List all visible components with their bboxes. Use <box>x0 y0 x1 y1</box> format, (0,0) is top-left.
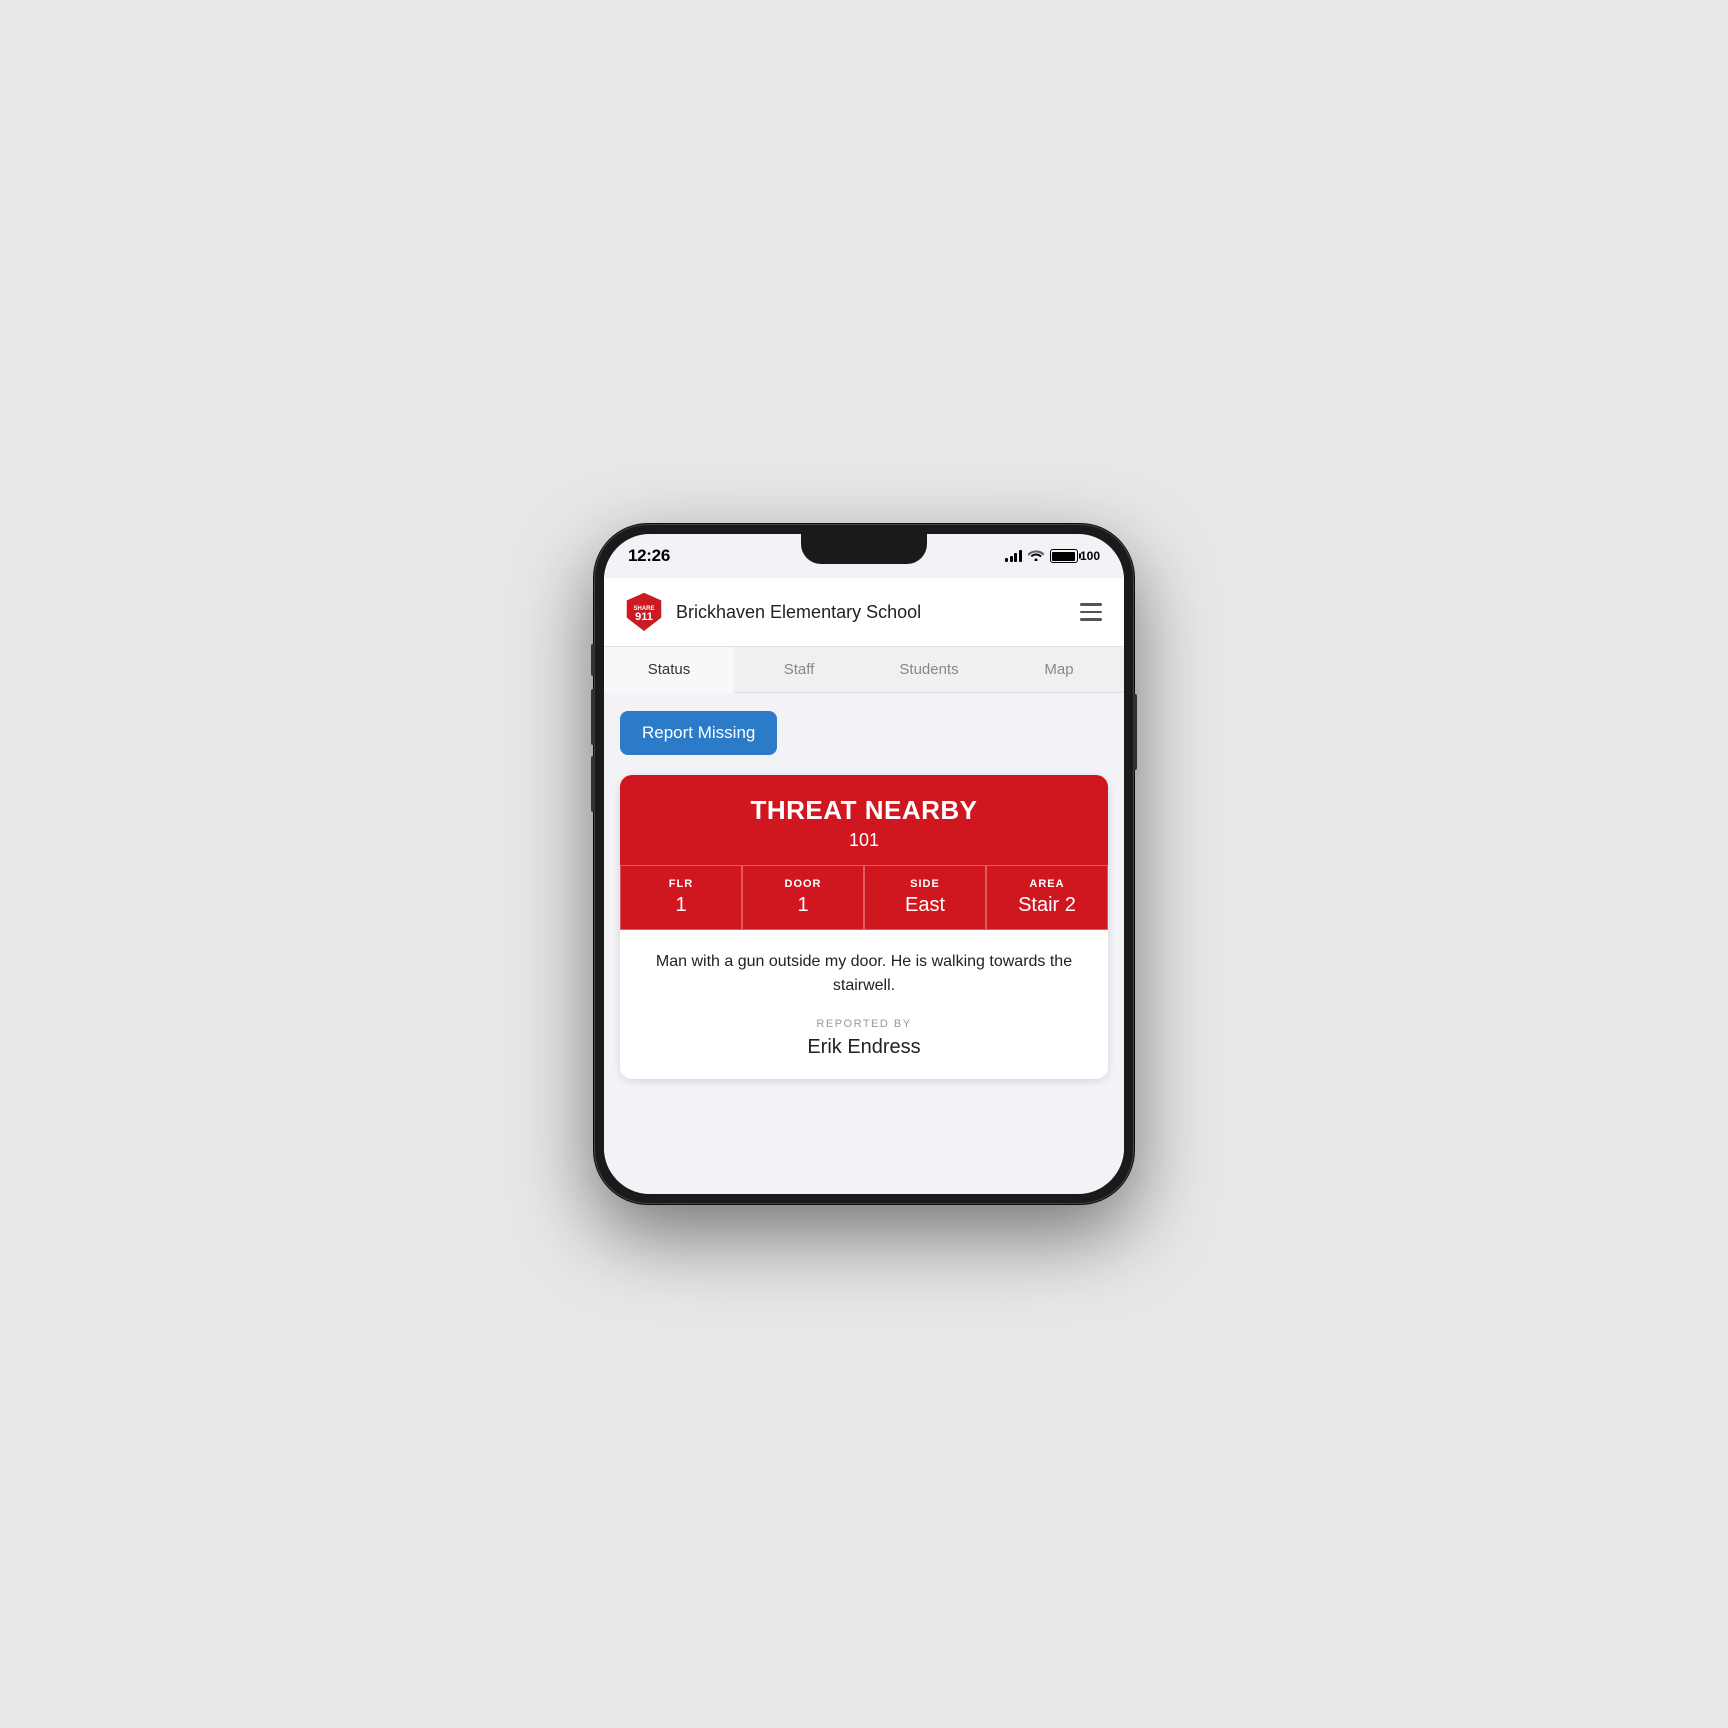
status-time: 12:26 <box>628 546 670 566</box>
grid-value-flr: 1 <box>629 894 733 917</box>
grid-cell-side: SIDE East <box>864 865 986 930</box>
grid-cell-area: AREA Stair 2 <box>986 865 1108 930</box>
grid-value-door: 1 <box>751 894 855 917</box>
share911-logo: SHARE 911 <box>622 590 666 634</box>
mute-button[interactable] <box>591 644 595 676</box>
threat-grid: FLR 1 DOOR 1 SIDE East <box>620 865 1108 930</box>
power-button[interactable] <box>1133 694 1137 770</box>
reported-by-name: Erik Endress <box>638 1036 1090 1059</box>
grid-label-door: DOOR <box>751 878 855 890</box>
battery-icon: 100 <box>1050 549 1100 563</box>
grid-value-area: Stair 2 <box>995 894 1099 917</box>
school-name: Brickhaven Elementary School <box>676 602 921 623</box>
signal-icon <box>1005 550 1022 562</box>
app-header: SHARE 911 Brickhaven Elementary School <box>604 578 1124 647</box>
grid-label-side: SIDE <box>873 878 977 890</box>
threat-card: THREAT NEARBY 101 FLR 1 DOOR 1 <box>620 775 1108 1079</box>
threat-header: THREAT NEARBY 101 <box>620 775 1108 865</box>
threat-description-text: Man with a gun outside my door. He is wa… <box>638 950 1090 998</box>
report-missing-button[interactable]: Report Missing <box>620 711 777 755</box>
reported-by-label: REPORTED BY <box>638 1018 1090 1030</box>
grid-label-area: AREA <box>995 878 1099 890</box>
grid-cell-door: DOOR 1 <box>742 865 864 930</box>
tab-status[interactable]: Status <box>604 647 734 692</box>
phone-frame: 12:26 <box>594 524 1134 1204</box>
tab-staff[interactable]: Staff <box>734 647 864 692</box>
notch <box>801 534 927 564</box>
svg-text:911: 911 <box>635 611 653 623</box>
volume-down-button[interactable] <box>591 756 595 812</box>
content-area: Report Missing THREAT NEARBY 101 FLR 1 <box>604 693 1124 1194</box>
threat-description: Man with a gun outside my door. He is wa… <box>620 930 1108 1079</box>
threat-title: THREAT NEARBY <box>636 795 1092 826</box>
status-icons: 100 <box>1005 549 1100 564</box>
status-bar: 12:26 <box>604 534 1124 578</box>
header-left: SHARE 911 Brickhaven Elementary School <box>622 590 921 634</box>
phone-screen: 12:26 <box>604 534 1124 1194</box>
grid-label-flr: FLR <box>629 878 733 890</box>
battery-percent: 100 <box>1080 549 1100 563</box>
menu-button[interactable] <box>1076 599 1106 625</box>
wifi-icon <box>1028 549 1044 564</box>
volume-up-button[interactable] <box>591 689 595 745</box>
tab-bar: Status Staff Students Map <box>604 647 1124 693</box>
threat-number: 101 <box>636 830 1092 851</box>
grid-cell-flr: FLR 1 <box>620 865 742 930</box>
tab-map[interactable]: Map <box>994 647 1124 692</box>
tab-students[interactable]: Students <box>864 647 994 692</box>
grid-value-side: East <box>873 894 977 917</box>
